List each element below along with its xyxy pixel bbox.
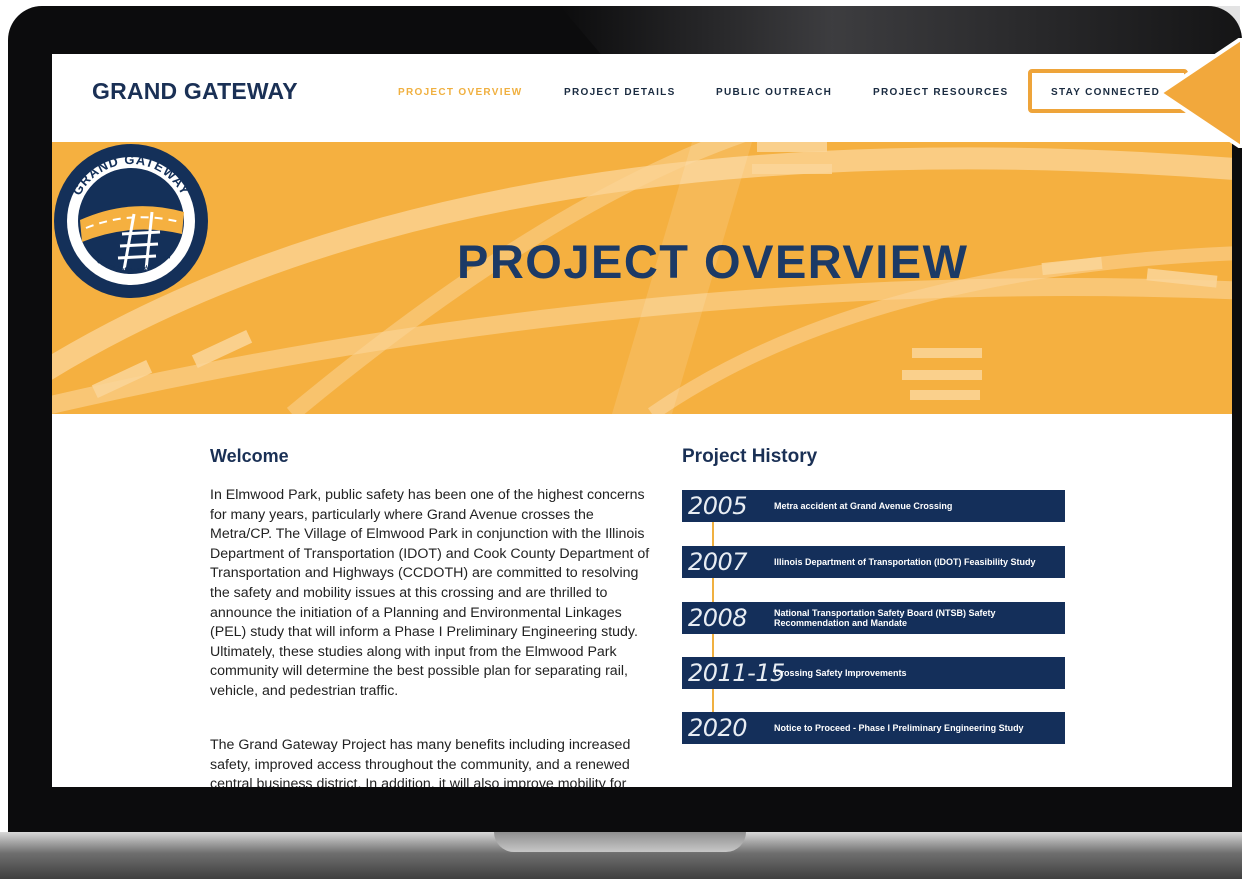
screen-glare	[560, 6, 1240, 54]
timeline-row: 2005 Metra accident at Grand Avenue Cros…	[682, 490, 1065, 522]
site-brand[interactable]: GRAND GATEWAY	[92, 78, 298, 105]
timeline-text: Crossing Safety Improvements	[774, 667, 907, 678]
nav-public-outreach[interactable]: PUBLIC OUTREACH	[716, 87, 832, 98]
nav-project-details[interactable]: PROJECT DETAILS	[564, 87, 676, 98]
timeline-row: 2008 National Transportation Safety Boar…	[682, 602, 1065, 634]
arrow-left-icon	[1160, 38, 1242, 148]
timeline-row: 2007 Illinois Department of Transportati…	[682, 546, 1065, 578]
grand-gateway-logo[interactable]: GRAND GATEWAY Regional Safety and Mobili…	[52, 142, 210, 300]
hero-banner: GRAND GATEWAY Regional Safety and Mobili…	[52, 142, 1232, 414]
timeline-year: 2008	[688, 604, 748, 632]
timeline-text: Metra accident at Grand Avenue Crossing	[774, 500, 953, 511]
nav-project-resources[interactable]: PROJECT RESOURCES	[873, 87, 1008, 98]
timeline-text: National Transportation Safety Board (NT…	[774, 607, 996, 629]
timeline-year: 2007	[688, 548, 748, 576]
timeline-text: Illinois Department of Transportation (I…	[774, 556, 1036, 567]
timeline-row: 2011-15 Crossing Safety Improvements	[682, 657, 1065, 689]
timeline-year: 2005	[688, 492, 748, 520]
nav-project-overview[interactable]: PROJECT OVERVIEW	[398, 87, 523, 98]
welcome-paragraph-2: The Grand Gateway Project has many benef…	[210, 737, 631, 787]
hero-title: PROJECT OVERVIEW	[457, 235, 969, 288]
site-header: GRAND GATEWAY PROJECT OVERVIEW PROJECT D…	[52, 54, 1232, 142]
timeline-text: Notice to Proceed - Phase I Preliminary …	[774, 722, 1024, 733]
welcome-paragraph-1: In Elmwood Park, public safety has been …	[210, 487, 650, 699]
timeline-row: 2020 Notice to Proceed - Phase I Prelimi…	[682, 712, 1065, 744]
welcome-heading: Welcome	[210, 446, 289, 466]
timeline-year: 2011-15	[688, 659, 785, 687]
website-screen: GRAND GATEWAY PROJECT OVERVIEW PROJECT D…	[52, 54, 1232, 787]
timeline-year: 2020	[688, 714, 748, 742]
laptop-notch	[494, 832, 746, 852]
project-history-heading: Project History	[682, 446, 818, 467]
